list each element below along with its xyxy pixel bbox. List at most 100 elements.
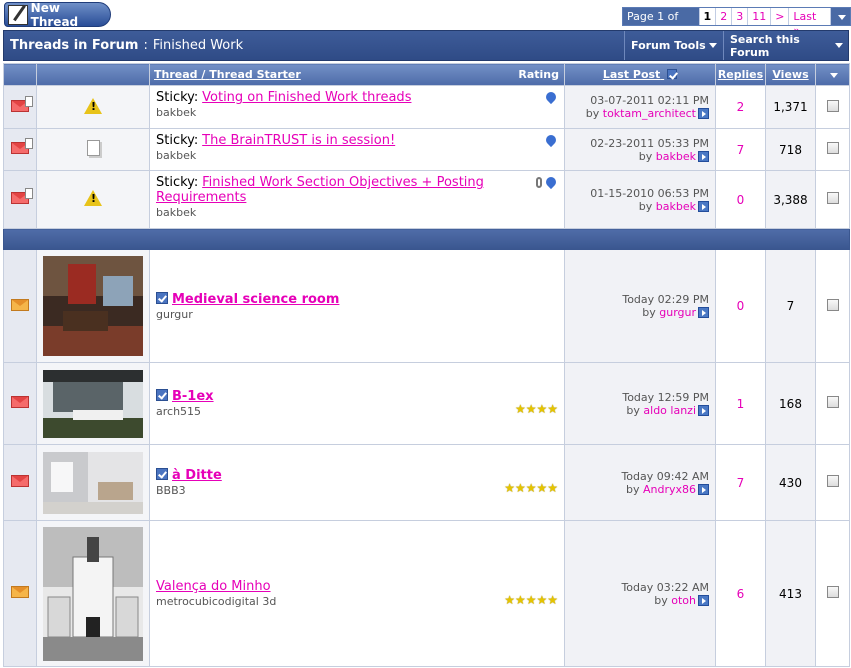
thread-table: Thread / Thread Starter Rating Last Post…	[3, 63, 850, 667]
last-post-cell: Today 03:22 AM by otoh	[564, 520, 716, 667]
last-poster-link[interactable]: toktam_architect	[603, 107, 696, 120]
last-poster-link[interactable]: Andryx86	[643, 483, 696, 496]
thread-title-link[interactable]: à Ditte	[172, 468, 222, 483]
header-options-cell[interactable]	[815, 63, 850, 86]
table-row: Medieval science room gurgur Today 02:29…	[3, 249, 850, 363]
subscribed-icon	[156, 468, 168, 480]
thread-thumbnail[interactable]	[43, 451, 143, 514]
thread-thumbnail[interactable]	[43, 526, 143, 661]
go-to-last-post-icon[interactable]	[698, 200, 709, 212]
sort-by-views-link[interactable]: Views	[772, 68, 808, 81]
header-thumb-cell	[36, 63, 150, 86]
thread-starter: gurgur	[156, 307, 193, 321]
replies-cell: 6	[715, 520, 766, 667]
sort-by-starter-link[interactable]: Thread Starter	[209, 68, 301, 81]
sticky-label: Sticky:	[156, 133, 199, 148]
last-post-date: Today	[621, 469, 654, 483]
thread-status-icon	[11, 586, 29, 598]
thread-select-checkbox[interactable]	[826, 586, 839, 598]
views-cell: 718	[765, 128, 816, 171]
thread-icon-cell	[36, 128, 150, 171]
last-poster-link[interactable]: bakbek	[656, 200, 696, 213]
replies-link[interactable]: 7	[737, 476, 745, 490]
go-to-last-post-icon[interactable]	[698, 108, 709, 119]
thread-title-link[interactable]: The BrainTRUST is in session!	[202, 133, 395, 148]
forum-tools-label: Forum Tools	[631, 39, 706, 52]
thread-select-checkbox[interactable]	[826, 396, 839, 408]
thread-select-checkbox[interactable]	[826, 298, 839, 311]
replies-link[interactable]: 1	[737, 397, 745, 411]
thread-icon-cell	[36, 85, 150, 129]
sticky-label: Sticky:	[156, 90, 199, 105]
thread-thumbnail[interactable]	[43, 369, 143, 438]
thumbnail-cell	[36, 362, 150, 445]
thread-select-checkbox[interactable]	[826, 142, 839, 154]
replies-link[interactable]: 7	[737, 143, 745, 157]
page-link-11[interactable]: 11	[748, 8, 772, 25]
by-label: by	[626, 403, 640, 417]
status-cell	[3, 249, 37, 363]
go-to-last-post-icon[interactable]	[698, 150, 709, 162]
go-to-last-post-icon[interactable]	[698, 307, 709, 318]
thread-title-link[interactable]: Valença do Minho	[156, 579, 271, 594]
replies-link[interactable]: 0	[737, 193, 745, 207]
header-views-cell: Views	[765, 63, 816, 86]
last-post-cell: 03-07-2011 02:11 PM by toktam_architect	[564, 85, 716, 129]
thread-title-link[interactable]: B-1ex	[172, 389, 214, 404]
last-poster-link[interactable]: bakbek	[656, 150, 696, 163]
replies-link[interactable]: 6	[737, 587, 745, 601]
sort-by-thread-link[interactable]: Thread	[154, 68, 198, 81]
forum-header-prefix: Threads in Forum	[10, 38, 139, 53]
replies-link[interactable]: 0	[737, 299, 745, 313]
new-thread-icon	[8, 4, 28, 25]
thread-select-checkbox[interactable]	[826, 192, 839, 204]
sort-by-last-post-link[interactable]: Last Post	[603, 68, 661, 81]
thread-starter: bakbek	[156, 106, 197, 119]
views-cell: 7	[765, 249, 816, 363]
by-label: by	[654, 593, 668, 607]
table-row: Sticky: The BrainTRUST is in session! ba…	[3, 128, 850, 171]
thread-thumbnail[interactable]	[43, 256, 143, 356]
thread-title-link[interactable]: Medieval science room	[172, 292, 339, 307]
new-thread-button[interactable]: New Thread	[4, 1, 111, 29]
pin-icon	[543, 89, 559, 105]
go-to-last-post-icon[interactable]	[698, 404, 709, 416]
forum-name: Finished Work	[152, 38, 244, 53]
thread-select-checkbox[interactable]	[826, 99, 839, 112]
go-to-last-post-icon[interactable]	[698, 594, 709, 606]
thread-status-icon	[11, 298, 29, 311]
new-posts-icon	[11, 475, 29, 487]
last-poster-link[interactable]: gurgur	[659, 306, 696, 319]
header-last-post-cell: Last Post	[564, 63, 716, 86]
chevron-down-icon	[708, 43, 717, 48]
replies-cell: 7	[715, 444, 766, 521]
select-cell	[815, 128, 850, 171]
thread-starter: metrocubicodigital 3d	[156, 595, 277, 608]
page-link-3[interactable]: 3	[732, 8, 749, 25]
forum-tools-menu[interactable]: Forum Tools	[624, 31, 723, 60]
thumbnail-cell	[36, 444, 150, 521]
sort-by-replies-link[interactable]: Replies	[718, 68, 763, 81]
last-poster-link[interactable]: otoh	[671, 594, 696, 607]
last-poster-link[interactable]: aldo lanzi	[643, 404, 696, 417]
replies-link[interactable]: 2	[737, 100, 745, 114]
go-to-last-post-icon[interactable]	[698, 483, 709, 495]
page-link-2[interactable]: 2	[716, 8, 733, 25]
header-thread-cell: Thread / Thread Starter Rating	[149, 63, 565, 86]
search-forum-menu[interactable]: Search this Forum	[723, 31, 849, 60]
thread-title-link[interactable]: Finished Work Section Objectives + Posti…	[156, 175, 484, 205]
status-cell	[3, 444, 37, 521]
page-menu-button[interactable]	[831, 8, 850, 25]
last-post-date: 01-15-2010	[590, 186, 655, 200]
thumbnail-cell	[36, 520, 150, 667]
page-last-link[interactable]: Last »	[789, 8, 831, 37]
page-next-link[interactable]: >	[771, 8, 790, 25]
table-row: Sticky: Finished Work Section Objectives…	[3, 170, 850, 229]
status-cell	[3, 170, 37, 229]
last-post-time: 03:22 AM	[656, 580, 709, 594]
forum-header: Threads in Forum : Finished Work Forum T…	[3, 30, 849, 61]
thread-title-link[interactable]: Voting on Finished Work threads	[202, 90, 411, 105]
thread-select-checkbox[interactable]	[826, 475, 839, 487]
status-cell	[3, 362, 37, 445]
sort-by-rating-link[interactable]: Rating	[518, 68, 559, 81]
